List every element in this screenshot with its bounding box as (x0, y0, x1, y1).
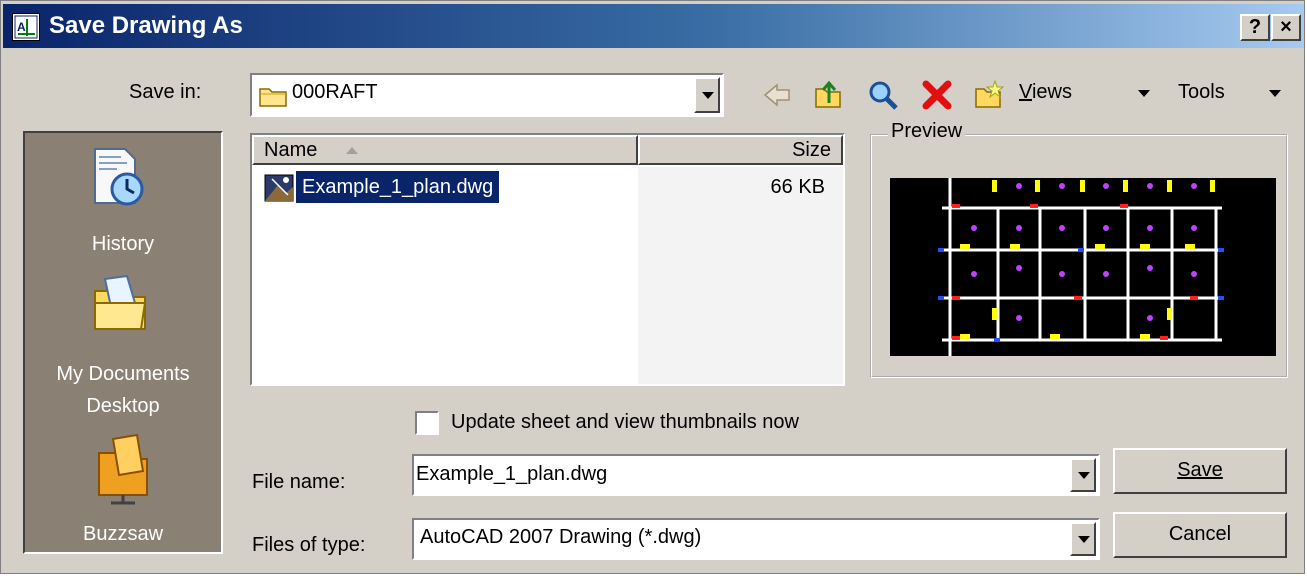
create-new-folder-icon[interactable] (973, 79, 1005, 111)
search-web-icon[interactable] (867, 79, 899, 111)
places-label-history: History (91, 233, 155, 255)
drawing-preview-thumbnail (938, 178, 1224, 356)
file-name-combobox[interactable] (412, 454, 1100, 496)
buzzsaw-icon (98, 433, 148, 505)
views-dropdown-arrow-icon[interactable] (1138, 90, 1150, 97)
dialog-title: Save Drawing As (49, 12, 243, 39)
svg-text:A: A (17, 20, 26, 34)
my-documents-icon (94, 274, 147, 330)
preview-group: Preview (870, 120, 1288, 378)
places-label-buzzsaw: Buzzsaw (82, 523, 164, 545)
dwg-file-icon (264, 174, 294, 202)
autocad-app-icon: A (12, 13, 40, 41)
file-name-label: File name: (252, 471, 346, 493)
cancel-button[interactable]: Cancel (1113, 512, 1287, 558)
places-item-buzzsaw[interactable]: Buzzsaw (25, 423, 221, 553)
save-in-value: 000RAFT (292, 81, 378, 103)
places-label-my-documents: My Documents (56, 363, 190, 385)
places-item-desktop[interactable]: Desktop (25, 391, 221, 421)
column-header-size[interactable]: Size (638, 135, 843, 165)
views-menu[interactable]: Views (1019, 81, 1072, 104)
save-in-combobox[interactable]: 000RAFT (250, 73, 724, 117)
file-type-dropdown-button[interactable] (1070, 522, 1096, 556)
places-item-history[interactable]: History (25, 133, 221, 281)
preview-image (890, 178, 1276, 356)
column-header-name-label: Name (264, 139, 318, 161)
title-bar[interactable]: A Save Drawing As ? × (3, 4, 1304, 48)
views-label-rest: iews (1031, 81, 1072, 103)
save-drawing-dialog: A Save Drawing As ? × Save in: 000RAFT V… (0, 0, 1305, 574)
file-size-cell: 66 KB (770, 176, 825, 198)
save-in-label: Save in: (129, 81, 202, 103)
history-icon (94, 148, 144, 206)
save-button[interactable]: Save (1113, 448, 1287, 494)
tools-dropdown-arrow-icon[interactable] (1269, 90, 1281, 97)
file-name-dropdown-button[interactable] (1070, 458, 1096, 492)
places-label-desktop: Desktop (86, 395, 160, 417)
delete-icon[interactable] (921, 79, 953, 111)
file-list[interactable]: Name Size Example_1_plan.dwg 66 KB (250, 133, 845, 386)
preview-label: Preview (888, 120, 966, 143)
help-button[interactable]: ? (1240, 14, 1270, 41)
update-thumbnails-label: Update sheet and view thumbnails now (451, 411, 799, 433)
save-in-dropdown-button[interactable] (694, 77, 720, 113)
views-accel: V (1019, 81, 1032, 103)
column-header-name[interactable]: Name (252, 135, 638, 165)
back-icon[interactable] (761, 79, 793, 111)
sort-ascending-icon (346, 147, 358, 154)
update-thumbnails-checkbox[interactable] (415, 411, 439, 435)
file-name-input[interactable] (416, 460, 1046, 488)
up-one-level-icon[interactable] (813, 79, 845, 111)
save-button-label: Save (1177, 459, 1223, 481)
places-bar: History My Documents Desktop Buzzsaw (23, 131, 223, 554)
file-row[interactable]: Example_1_plan.dwg 66 KB (260, 171, 843, 205)
file-name-cell[interactable]: Example_1_plan.dwg (296, 171, 500, 203)
file-type-select[interactable]: AutoCAD 2007 Drawing (*.dwg) (412, 518, 1100, 560)
close-button[interactable]: × (1271, 14, 1301, 41)
tools-menu[interactable]: Tools (1178, 81, 1225, 104)
file-type-value: AutoCAD 2007 Drawing (*.dwg) (420, 526, 702, 548)
folder-icon (259, 88, 287, 107)
file-type-label: Files of type: (252, 534, 366, 556)
